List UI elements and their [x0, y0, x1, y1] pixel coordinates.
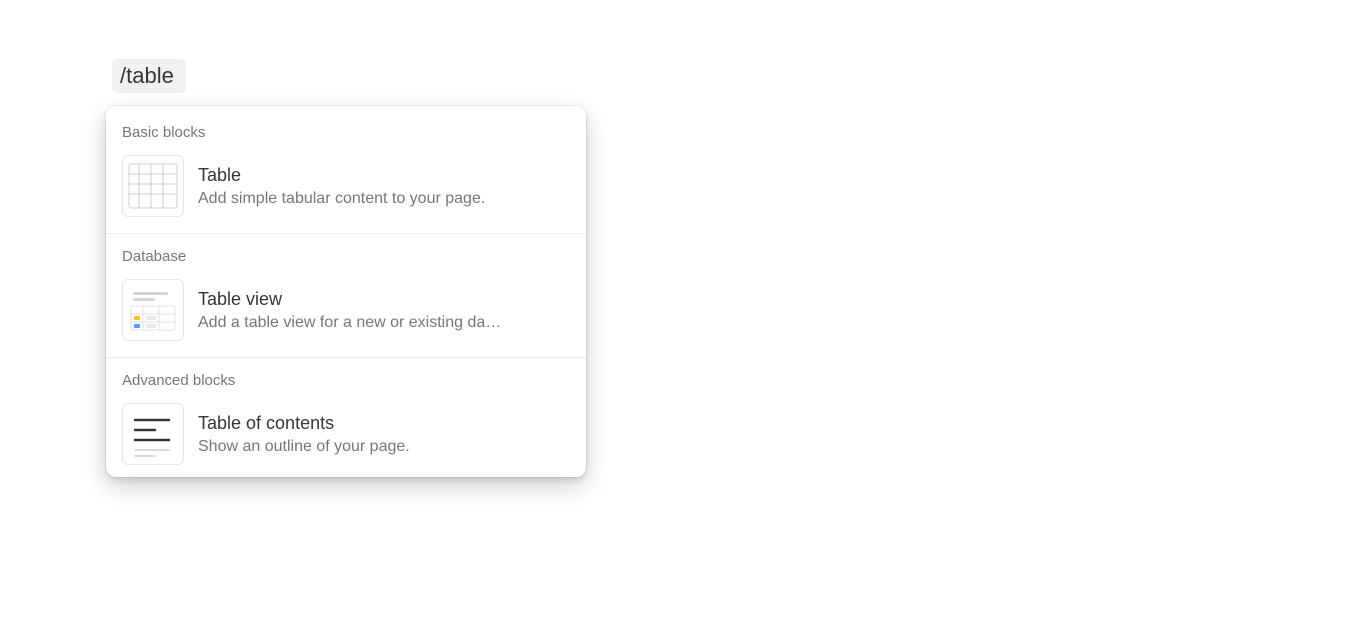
slash-command-input[interactable]: [112, 59, 186, 93]
menu-item-table[interactable]: Table Add simple tabular content to your…: [106, 147, 586, 229]
menu-item-description: Add a table view for a new or existing d…: [198, 314, 570, 332]
section-header-database: Database: [106, 234, 586, 271]
menu-item-text: Table of contents Show an outline of you…: [198, 412, 570, 455]
menu-item-text: Table Add simple tabular content to your…: [198, 164, 570, 207]
block-picker-popup: Basic blocks Table Add simple tabular co…: [106, 106, 586, 477]
menu-item-title: Table view: [198, 288, 570, 311]
menu-item-table-of-contents[interactable]: Table of contents Show an outline of you…: [106, 395, 586, 477]
menu-item-title: Table: [198, 164, 570, 187]
section-header-advanced-blocks: Advanced blocks: [106, 358, 586, 395]
menu-item-text: Table view Add a table view for a new or…: [198, 288, 570, 331]
menu-item-description: Show an outline of your page.: [198, 438, 570, 456]
table-view-icon: [122, 279, 184, 341]
menu-item-table-view[interactable]: Table view Add a table view for a new or…: [106, 271, 586, 353]
menu-item-description: Add simple tabular content to your page.: [198, 190, 570, 208]
section-header-basic-blocks: Basic blocks: [106, 106, 586, 147]
table-grid-icon: [122, 155, 184, 217]
toc-icon: [122, 403, 184, 465]
menu-item-title: Table of contents: [198, 412, 570, 435]
